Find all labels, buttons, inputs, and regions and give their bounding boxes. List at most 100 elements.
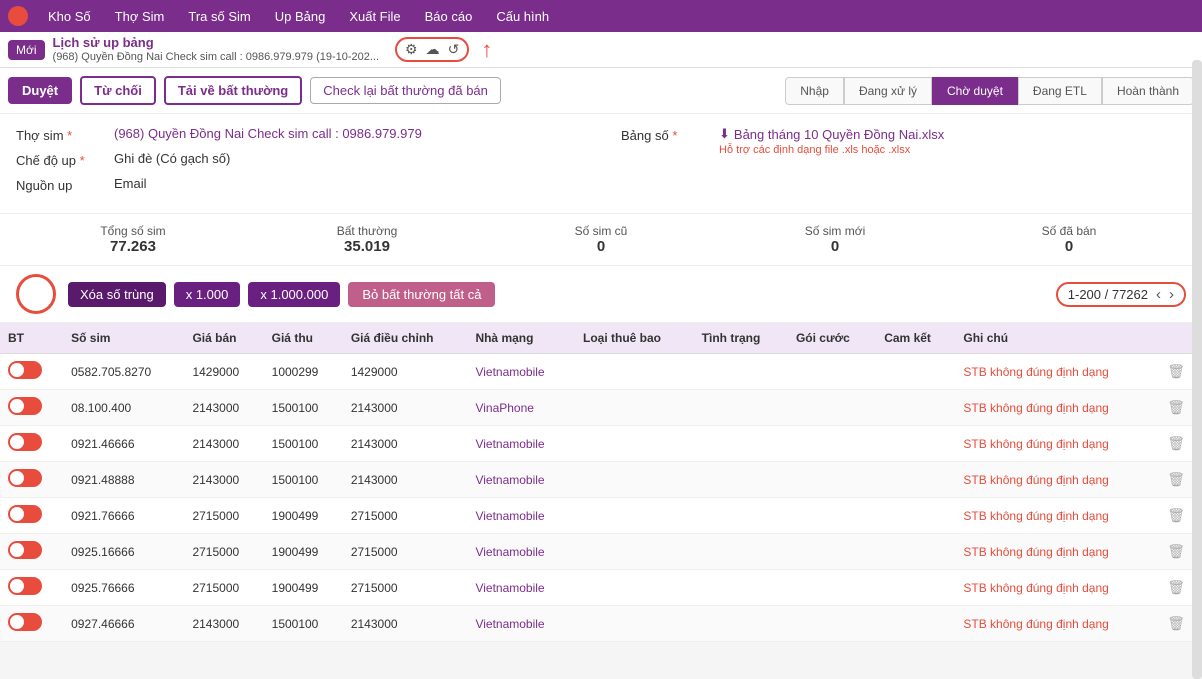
cell-bt xyxy=(0,534,63,570)
cell-gia-dc: 2143000 xyxy=(343,390,468,426)
scrollbar-right[interactable] xyxy=(1192,60,1202,679)
che-do-row: Chế độ up * Ghi đè (Có gạch số) xyxy=(16,151,581,168)
delete-icon[interactable]: 🗑 xyxy=(1167,399,1185,415)
tab-item[interactable]: Lịch sử up bảng (968) Quyền Đồng Nai Che… xyxy=(53,35,380,64)
xoa-so-trung-button[interactable]: Xóa số trùng xyxy=(68,282,166,307)
tab-dang-xu-ly[interactable]: Đang xử lý xyxy=(844,77,932,105)
cell-nha-mang: Vietnamobile xyxy=(467,426,575,462)
delete-icon[interactable]: 🗑 xyxy=(1167,615,1185,631)
bo-bat-thuong-button[interactable]: Bỏ bất thường tất cả xyxy=(348,282,495,307)
cloud-icon[interactable]: ☁ xyxy=(426,41,440,58)
cell-bt xyxy=(0,606,63,642)
tho-sim-label: Thợ sim * xyxy=(16,126,106,143)
cell-cam-ket xyxy=(876,606,955,642)
download-icon: ⬇ xyxy=(719,126,730,142)
col-so-sim: Số sim xyxy=(63,323,184,354)
tab-nhap[interactable]: Nhập xyxy=(785,77,844,105)
tab-subtitle: (968) Quyền Đồng Nai Check sim call : 09… xyxy=(53,51,380,64)
cell-gia-thu: 1900499 xyxy=(264,570,343,606)
duyet-button[interactable]: Duyệt xyxy=(8,77,72,104)
stat-bat-label: Bất thường xyxy=(250,224,484,238)
cell-bt xyxy=(0,498,63,534)
col-cam-ket: Cam kết xyxy=(876,323,955,354)
nav-cau-hinh[interactable]: Cấu hình xyxy=(492,9,553,24)
cell-tinh-trang xyxy=(694,606,788,642)
settings-icon[interactable]: ⚙ xyxy=(405,41,418,58)
nav-up-bang[interactable]: Up Bảng xyxy=(271,9,330,24)
che-do-label: Chế độ up * xyxy=(16,151,106,168)
delete-icon[interactable]: 🗑 xyxy=(1167,363,1185,379)
cell-gia-dc: 2143000 xyxy=(343,606,468,642)
cell-nha-mang: Vietnamobile xyxy=(467,462,575,498)
cell-goi-cuoc xyxy=(788,462,876,498)
nav-kho-so[interactable]: Kho Số xyxy=(44,9,95,24)
table-row: 0925.16666271500019004992715000Vietnamob… xyxy=(0,534,1202,570)
bt-toggle[interactable] xyxy=(8,433,42,451)
bang-so-link[interactable]: ⬇ Bảng tháng 10 Quyền Đồng Nai.xlsx xyxy=(719,126,944,142)
cell-ghi-chu: STB không đúng định dạng xyxy=(955,462,1159,498)
cell-nha-mang: VinaPhone xyxy=(467,390,575,426)
pagination-text: 1-200 / 77262 xyxy=(1068,287,1148,302)
cell-gia-dc: 2143000 xyxy=(343,426,468,462)
nav-bao-cao[interactable]: Báo cáo xyxy=(421,9,477,24)
col-nha-mang: Nhà mạng xyxy=(467,323,575,354)
cell-cam-ket xyxy=(876,534,955,570)
nav-xuat-file[interactable]: Xuất File xyxy=(345,9,404,24)
cell-so-sim: 0925.76666 xyxy=(63,570,184,606)
delete-icon[interactable]: 🗑 xyxy=(1167,579,1185,595)
delete-icon[interactable]: 🗑 xyxy=(1167,507,1185,523)
x1000-button[interactable]: x 1.000 xyxy=(174,282,241,307)
tab-cho-duyet[interactable]: Chờ duyệt xyxy=(932,77,1018,105)
cell-goi-cuoc xyxy=(788,390,876,426)
bt-toggle[interactable] xyxy=(8,577,42,595)
check-lai-button[interactable]: Check lại bất thường đã bán xyxy=(310,77,501,104)
nav-tho-sim[interactable]: Thợ Sim xyxy=(111,9,169,24)
table-row: 0582.705.8270142900010002991429000Vietna… xyxy=(0,354,1202,390)
bt-toggle[interactable] xyxy=(8,613,42,631)
stat-bat-value: 35.019 xyxy=(250,238,484,255)
delete-icon[interactable]: 🗑 xyxy=(1167,435,1185,451)
bt-toggle[interactable] xyxy=(8,505,42,523)
stat-cu-label: Số sim cũ xyxy=(484,224,718,238)
next-page-button[interactable]: › xyxy=(1169,286,1174,303)
x1000000-button[interactable]: x 1.000.000 xyxy=(248,282,340,307)
bang-so-filename: Bảng tháng 10 Quyền Đồng Nai.xlsx xyxy=(734,127,944,142)
new-tab-button[interactable]: Mới xyxy=(8,40,45,60)
nguon-label: Nguồn up xyxy=(16,176,106,193)
refresh-icon[interactable]: ↺ xyxy=(448,41,460,58)
cell-cam-ket xyxy=(876,426,955,462)
cell-tinh-trang xyxy=(694,534,788,570)
stat-da-ban: Số đã bán 0 xyxy=(952,224,1186,255)
tho-sim-value: (968) Quyền Đồng Nai Check sim call : 09… xyxy=(114,126,422,141)
cell-gia-dc: 1429000 xyxy=(343,354,468,390)
table-row: 0921.76666271500019004992715000Vietnamob… xyxy=(0,498,1202,534)
cell-nha-mang: Vietnamobile xyxy=(467,534,575,570)
bt-toggle[interactable] xyxy=(8,397,42,415)
bt-toggle[interactable] xyxy=(8,469,42,487)
cell-gia-ban: 1429000 xyxy=(184,354,263,390)
prev-page-button[interactable]: ‹ xyxy=(1156,286,1161,303)
form-left: Thợ sim * (968) Quyền Đồng Nai Check sim… xyxy=(16,126,581,201)
cell-tinh-trang xyxy=(694,354,788,390)
nav-tra-so-sim[interactable]: Tra số Sim xyxy=(184,9,254,24)
tai-ve-button[interactable]: Tải về bất thường xyxy=(164,76,302,105)
tab-hoan-thanh[interactable]: Hoàn thành xyxy=(1102,77,1194,105)
top-nav: Kho Số Thợ Sim Tra số Sim Up Bảng Xuất F… xyxy=(0,0,1202,32)
cell-so-sim: 0927.46666 xyxy=(63,606,184,642)
cell-gia-ban: 2715000 xyxy=(184,570,263,606)
stats-row: Tổng số sim 77.263 Bất thường 35.019 Số … xyxy=(0,214,1202,266)
cell-tinh-trang xyxy=(694,426,788,462)
cell-gia-thu: 1500100 xyxy=(264,426,343,462)
delete-icon[interactable]: 🗑 xyxy=(1167,543,1185,559)
cell-nha-mang: Vietnamobile xyxy=(467,498,575,534)
table-controls: Xóa số trùng x 1.000 x 1.000.000 Bỏ bất … xyxy=(0,266,1202,323)
cell-ghi-chu: STB không đúng định dạng xyxy=(955,390,1159,426)
bt-toggle[interactable] xyxy=(8,541,42,559)
delete-icon[interactable]: 🗑 xyxy=(1167,471,1185,487)
cell-gia-thu: 1500100 xyxy=(264,462,343,498)
tab-dang-etl[interactable]: Đang ETL xyxy=(1018,77,1102,105)
stat-tong-label: Tổng số sim xyxy=(16,224,250,238)
tu-choi-button[interactable]: Từ chối xyxy=(80,76,156,105)
bt-toggle[interactable] xyxy=(8,361,42,379)
cell-tinh-trang xyxy=(694,498,788,534)
